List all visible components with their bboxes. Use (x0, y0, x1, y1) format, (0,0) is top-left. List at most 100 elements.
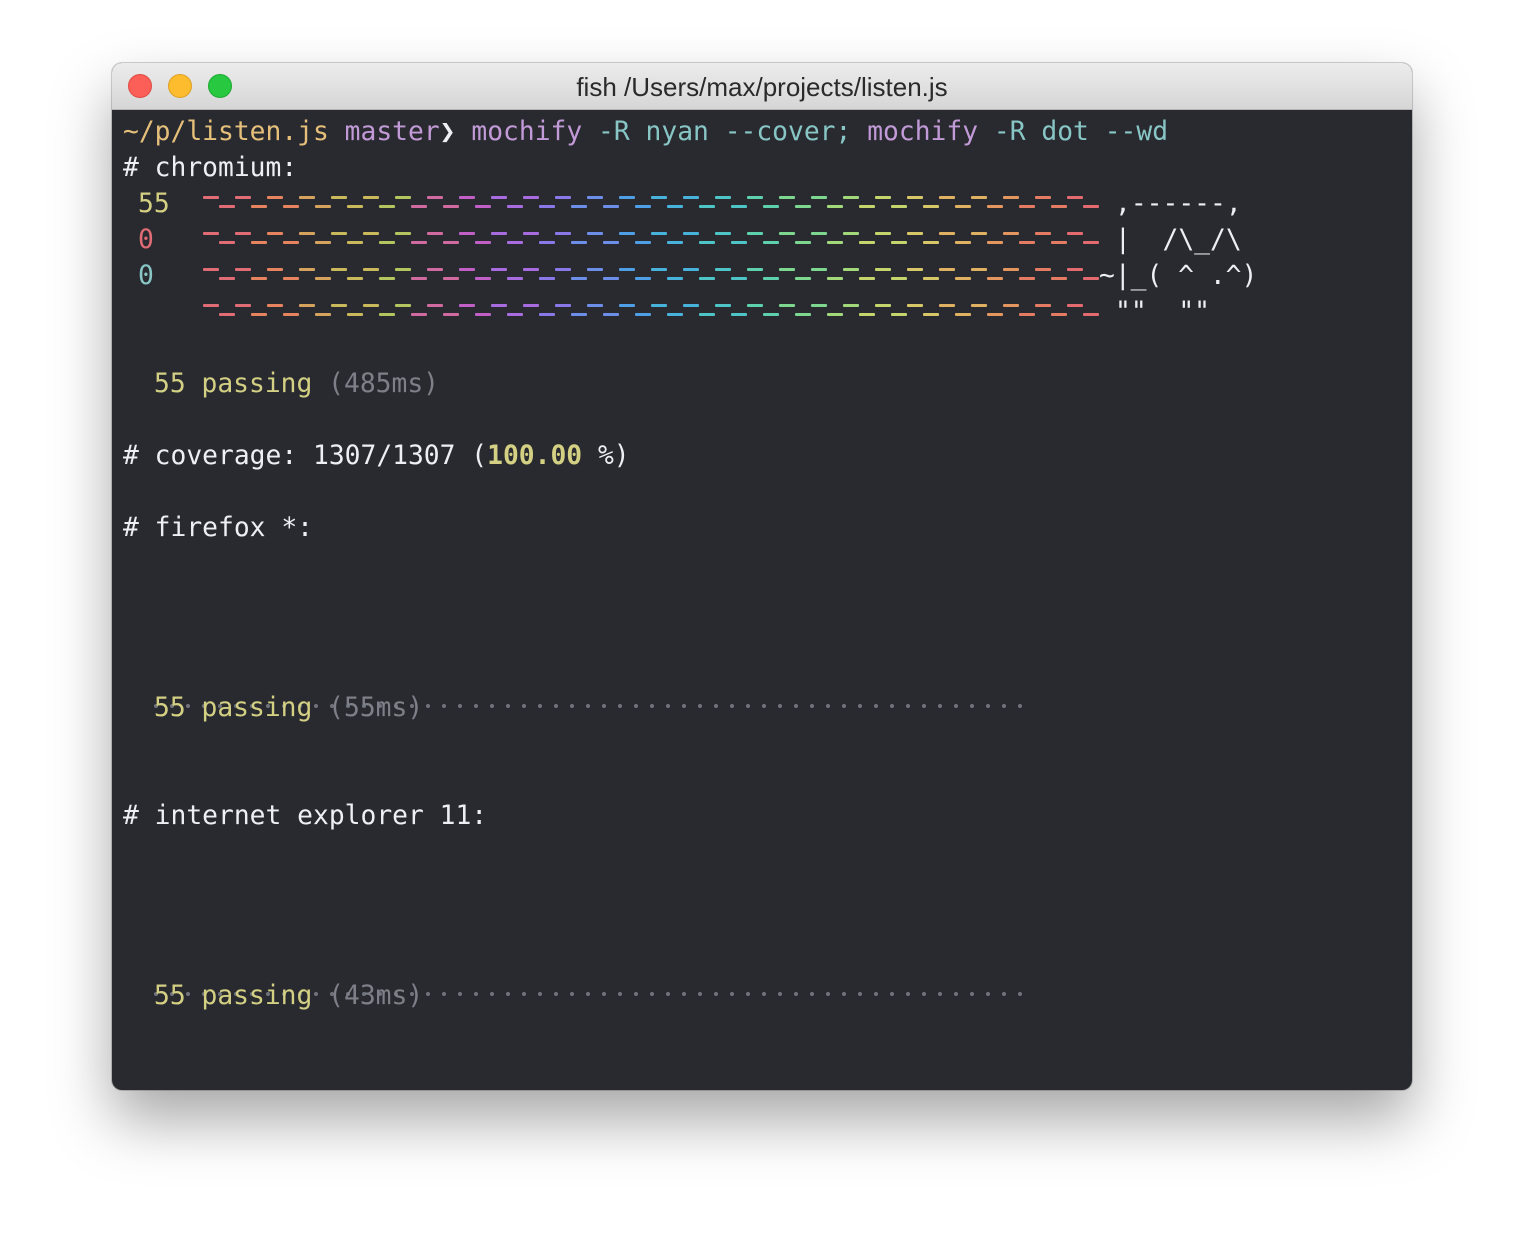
nyan-trail-dash (779, 268, 795, 271)
nyan-trail-dash (971, 268, 987, 271)
nyan-trail-dash (971, 196, 987, 199)
nyan-trail-dash (315, 277, 331, 280)
nyan-trail-dash (267, 196, 283, 199)
coverage-prefix: # coverage: 1307/1307 ( (123, 441, 488, 471)
test-pass-dot (842, 704, 846, 708)
test-pass-dot (634, 992, 638, 996)
nyan-trail-dash (235, 304, 251, 307)
nyan-trail-dash (507, 277, 523, 280)
nyan-trail-dash (219, 277, 235, 280)
nyan-trail-dash (875, 196, 891, 199)
nyan-trail-dash (1083, 277, 1099, 280)
nyan-trail-dash (843, 268, 859, 271)
terminal-output[interactable]: ~/p/listen.js master❯ mochify -R nyan --… (112, 110, 1412, 1090)
test-pass-dot (570, 704, 574, 708)
firefox-passing-summary: 55 passing (55ms) (154, 690, 423, 726)
test-pass-dot (858, 992, 862, 996)
nyan-trail-dash (859, 313, 875, 316)
nyan-cat-line-3: ~|_( ^ .^) (1099, 261, 1258, 291)
nyan-trail-dash (555, 304, 571, 307)
nyan-trail-dash (283, 277, 299, 280)
nyan-trail-dash (827, 205, 843, 208)
test-pass-dot (554, 992, 558, 996)
nyan-trail-dash (1067, 304, 1083, 307)
test-pass-dot (986, 992, 990, 996)
test-pass-dot (762, 992, 766, 996)
nyan-trail-dash (1035, 268, 1051, 271)
nyan-trail-dash (907, 196, 923, 199)
nyan-trail-dash (683, 232, 699, 235)
test-pass-dot (890, 992, 894, 996)
chromium-header: # chromium: (123, 153, 298, 183)
passing-time: (55ms) (328, 693, 424, 723)
nyan-trail-dash (699, 313, 715, 316)
nyan-trail-dash (1003, 304, 1019, 307)
test-pass-dot (474, 704, 478, 708)
nyan-trail-dash (763, 241, 779, 244)
nyan-trail-dash (827, 277, 843, 280)
test-pass-dot (810, 992, 814, 996)
prompt-symbol: ❯ (439, 117, 456, 147)
nyan-trail-dash (891, 205, 907, 208)
nyan-trail-dash (475, 313, 491, 316)
nyan-trail-dash (1051, 277, 1067, 280)
coverage-line: # coverage: 1307/1307 (100.00 %) (123, 438, 630, 474)
nyan-trail-dash (699, 277, 715, 280)
nyan-trail-dash (731, 205, 747, 208)
test-pass-dot (618, 704, 622, 708)
nyan-trail-dash (331, 304, 347, 307)
test-pass-dot (1002, 704, 1006, 708)
passing-time: (485ms) (328, 369, 439, 399)
test-pass-dot (458, 992, 462, 996)
nyan-trail-dash (539, 313, 555, 316)
nyan-trail-dash (587, 232, 603, 235)
chromium-passing-summary: 55 passing (485ms) (154, 366, 439, 402)
nyan-trail-dash (715, 304, 731, 307)
nyan-trail-dash (683, 196, 699, 199)
test-pass-dot (666, 992, 670, 996)
nyan-trail-dash (651, 232, 667, 235)
nyan-trail-dash (267, 232, 283, 235)
nyan-trail-dash (235, 232, 251, 235)
nyan-trail-dash (779, 232, 795, 235)
test-pass-dot (698, 992, 702, 996)
nyan-trail-row (203, 222, 1103, 258)
nyan-trail-dash (827, 241, 843, 244)
nyan-trail-dash (1051, 241, 1067, 244)
nyan-trail-dash (1051, 205, 1067, 208)
nyan-trail-dash (267, 304, 283, 307)
test-pass-dot (730, 704, 734, 708)
nyan-trail-dash (907, 268, 923, 271)
test-pass-dot (554, 704, 558, 708)
nyan-cat-line-4: "" "" (1115, 297, 1210, 327)
nyan-trail-dash (571, 277, 587, 280)
nyan-trail-dash (523, 196, 539, 199)
nyan-trail-dash (923, 241, 939, 244)
nyan-trail-dash (891, 277, 907, 280)
nyan-trail-dash (539, 241, 555, 244)
nyan-trail-dash (347, 205, 363, 208)
nyan-trail-dash (251, 241, 267, 244)
command-args-1: -R nyan --cover; (598, 117, 852, 147)
nyan-trail-dash (283, 241, 299, 244)
nyan-trail-dash (523, 268, 539, 271)
passing-count: 55 passing (154, 693, 313, 723)
nyan-trail-dash (507, 205, 523, 208)
prompt-line: ~/p/listen.js master❯ mochify -R nyan --… (123, 114, 1168, 150)
nyan-trail-dash (459, 304, 475, 307)
nyan-trail-dash (1067, 232, 1083, 235)
test-pass-dot (826, 704, 830, 708)
nyan-trail-dash (875, 304, 891, 307)
test-pass-dot (506, 992, 510, 996)
nyan-trail-dash (203, 196, 219, 199)
test-pass-dot (490, 704, 494, 708)
nyan-trail-dash (939, 268, 955, 271)
nyan-trail-dash (699, 241, 715, 244)
nyan-trail-dash (683, 304, 699, 307)
nyan-trail-dash (379, 277, 395, 280)
nyan-trail-dash (267, 268, 283, 271)
nyan-trail-dash (795, 241, 811, 244)
nyan-trail-dash (411, 205, 427, 208)
nyan-trail-dash (987, 277, 1003, 280)
nyan-trail-dash (923, 205, 939, 208)
